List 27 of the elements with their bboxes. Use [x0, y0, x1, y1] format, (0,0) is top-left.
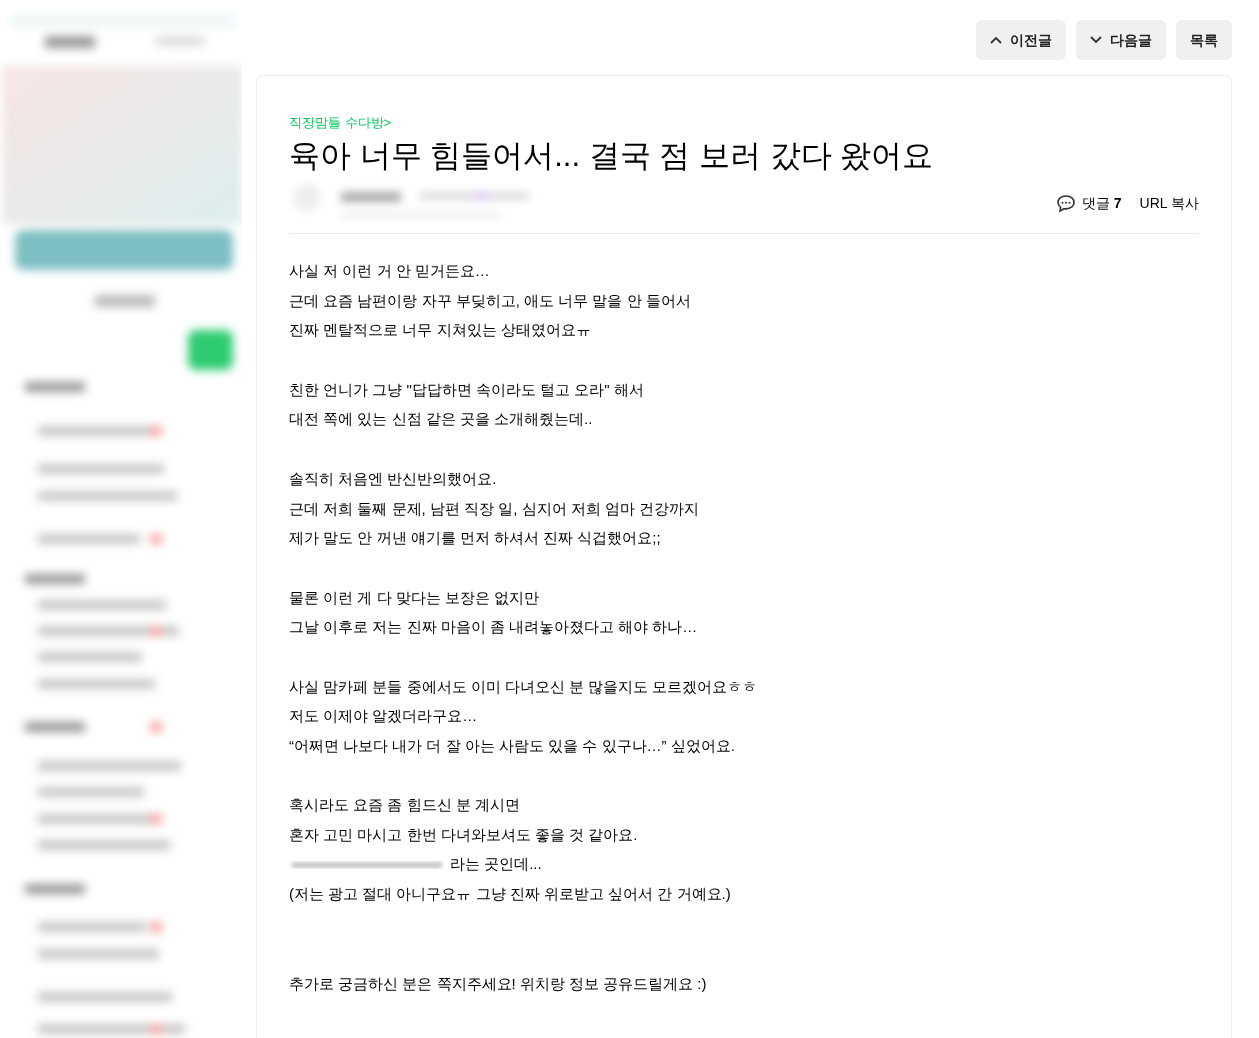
nav-button[interactable]: 다음글 — [1076, 20, 1166, 60]
body-text: 제가 말도 안 꺼낸 얘기를 먼저 하셔서 진짜 식겁했어요;; — [289, 528, 662, 549]
body-text: 진짜 멘탈적으로 너무 지쳐있는 상태였어요ㅠ — [289, 320, 592, 341]
body-text: 근데 저희 둘째 문제, 남편 직장 일, 심지어 저희 엄마 건강까지 — [289, 498, 700, 519]
nav-button[interactable]: 목록 — [1176, 20, 1232, 60]
post-title: 육아 너무 힘들어서... 결국 점 보러 갔다 왔어요 — [289, 137, 935, 175]
chevron-up-icon — [990, 36, 1002, 44]
body-text: 추가로 궁금하신 분은 쪽지주세요! 위치랑 정보 공유드릴게요 :) — [289, 973, 708, 994]
body-text: 사실 맘카페 분들 중에서도 이미 다녀오신 분 많을지도 모르겠어요ㅎㅎ — [289, 676, 759, 697]
body-text: 그날 이후로 저는 진짜 마음이 좀 내려놓아졌다고 해야 하나… — [289, 617, 699, 638]
url-copy-button[interactable]: URL 복사 — [1139, 193, 1199, 214]
body-text: 혼자 고민 마시고 한번 다녀와보셔도 좋을 것 같아요. — [289, 825, 639, 846]
body-text: “어쩌면 나보다 내가 더 잘 아는 사람도 있을 수 있구나…” 싶었어요. — [289, 736, 736, 756]
body-text: 라는 곳인데... — [450, 854, 542, 875]
body-text: (저는 광고 절대 아니구요ㅠ 그냥 진짜 위로받고 싶어서 간 거예요.) — [289, 884, 732, 905]
body-text: 저도 이제야 알겠더라구요… — [289, 706, 479, 727]
body-text: 대전 쪽에 있는 신점 같은 곳을 소개해줬는데.. — [289, 409, 594, 430]
body-text: 혹시라도 요즘 좀 힘드신 분 계시면 — [289, 795, 521, 816]
body-text: 솔직히 처음엔 반신반의했어요. — [289, 468, 498, 489]
nav-button[interactable]: 이전글 — [976, 20, 1066, 60]
body-text: 사실 저 이런 거 안 믿거든요… — [289, 261, 491, 281]
speech-bubble-icon — [1055, 194, 1076, 213]
body-text: 근데 요즘 남편이랑 자꾸 부딪히고, 애도 너무 말을 안 들어서 — [289, 290, 692, 311]
comments-link[interactable]: 댓글 7 — [1055, 193, 1122, 214]
chevron-down-icon — [1090, 36, 1102, 44]
body-text: 물론 이런 게 다 맞다는 보장은 없지만 — [289, 587, 540, 608]
body-text: 친한 언니가 그냥 "답답하면 속이라도 털고 오라" 해서 — [289, 379, 645, 400]
